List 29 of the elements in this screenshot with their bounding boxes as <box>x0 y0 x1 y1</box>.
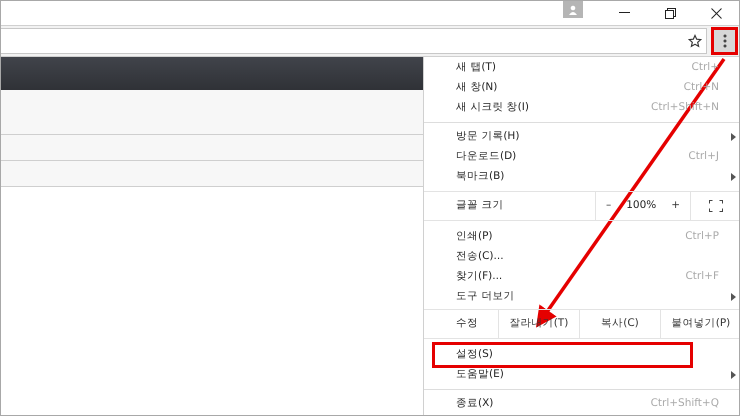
menu-item[interactable]: 인쇄(P) Ctrl+P <box>424 227 739 247</box>
user-icon <box>568 4 578 14</box>
menu-button[interactable] <box>711 27 738 55</box>
edit-button[interactable]: 복사(C) <box>579 310 660 338</box>
zoom-out-button[interactable]: – <box>598 198 620 214</box>
menu-item[interactable]: 북마크(B) <box>424 167 739 187</box>
menu-label: 글꼴 크기 <box>455 198 504 214</box>
star-icon[interactable] <box>688 34 702 48</box>
zoom-value: 100% <box>625 198 658 214</box>
menu-item[interactable]: 전송(C)... <box>424 247 739 267</box>
menu-label: 수정 <box>455 316 478 332</box>
more-icon <box>722 34 726 48</box>
shortcut-text: Ctrl+P <box>685 229 719 244</box>
fullscreen-icon <box>709 200 723 212</box>
shortcut-text: Ctrl+J <box>688 149 719 164</box>
zoom-in-button[interactable]: + <box>663 198 688 214</box>
edit-button[interactable]: 붙여넣기(P) <box>660 310 739 338</box>
menu-item[interactable]: 찾기(F)... Ctrl+F <box>424 267 739 287</box>
menu-item[interactable]: 종료(X) Ctrl+Shift+Q <box>424 394 739 414</box>
shortcut-text: Ctrl+F <box>685 269 719 284</box>
minimize-icon <box>618 12 630 14</box>
restore-icon <box>664 8 676 18</box>
menu-item[interactable]: 다운로드(D) Ctrl+J <box>424 147 739 167</box>
menu-item[interactable]: 도움말(E) <box>424 365 739 385</box>
shortcut-text: Ctrl+Shift+Q <box>650 396 719 412</box>
close-icon <box>710 8 722 18</box>
menu-item[interactable]: 설정(S) <box>424 345 739 365</box>
menu-item[interactable]: 도구 더보기 <box>424 287 739 307</box>
menu-item[interactable]: 방문 기록(H) <box>424 127 739 147</box>
